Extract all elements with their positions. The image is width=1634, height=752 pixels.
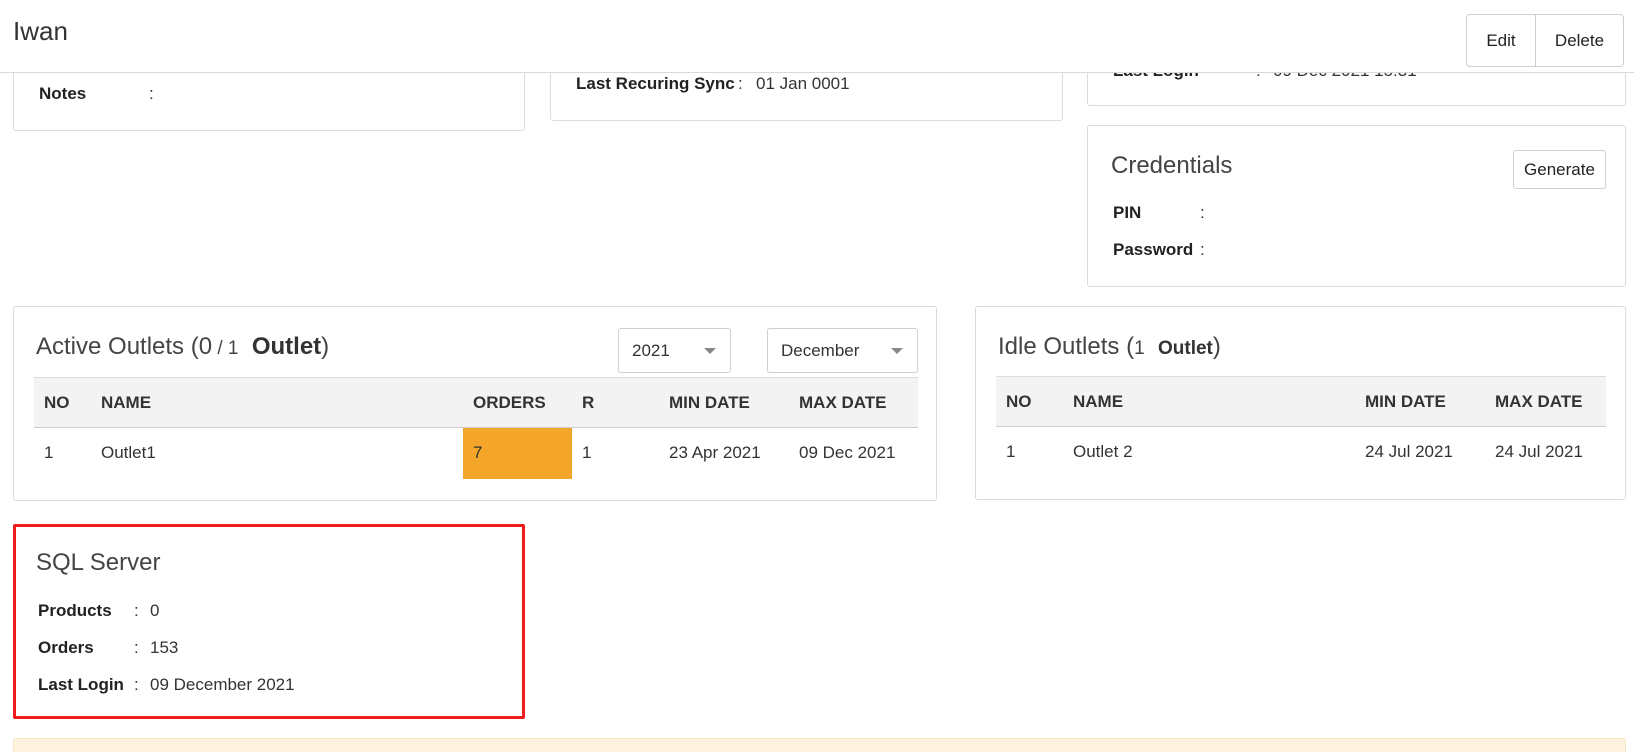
- active-outlets-title-suffix: ): [321, 333, 330, 360]
- orders-colon: :: [134, 638, 139, 657]
- idle-outlets-title: Idle Outlets (1 Outlet): [998, 333, 1221, 361]
- idle-outlets-card: Idle Outlets (1 Outlet) NO NAME MIN DATE…: [975, 306, 1626, 500]
- table-row[interactable]: 1 Outlet1 7 1 23 Apr 2021 09 Dec 2021: [34, 427, 918, 479]
- last-sync-colon: :: [738, 74, 743, 93]
- last-sync-value: 01 Jan 0001: [756, 74, 850, 93]
- idle-outlets-title-prefix: Idle Outlets (: [998, 333, 1135, 360]
- active-outlets-table: NO NAME ORDERS R MIN DATE MAX DATE 1 Out…: [34, 377, 918, 479]
- products-label: Products: [38, 601, 112, 620]
- pin-colon: :: [1200, 203, 1205, 222]
- header-actions: Edit Delete: [1466, 14, 1624, 67]
- column-header-orders: ORDERS: [463, 377, 572, 428]
- credentials-card: Credentials Generate PIN : Password :: [1087, 125, 1626, 287]
- cell-orders: 7: [463, 427, 572, 479]
- credentials-title: Credentials: [1111, 152, 1233, 179]
- column-header-max-date: MAX DATE: [1485, 376, 1606, 427]
- month-select[interactable]: December: [767, 328, 918, 373]
- sql-last-login-label: Last Login: [38, 675, 124, 694]
- cell-name: Outlet 2: [1073, 442, 1133, 462]
- active-outlets-unit: Outlet: [251, 333, 322, 360]
- pin-label: PIN: [1113, 203, 1142, 222]
- cell-max-date: 24 Jul 2021: [1495, 442, 1583, 462]
- column-header-no: NO: [996, 376, 1063, 427]
- month-select-value: December: [781, 341, 860, 360]
- year-select[interactable]: 2021: [618, 328, 731, 373]
- notes-colon: :: [149, 84, 154, 103]
- chevron-down-icon: [704, 348, 716, 354]
- cell-no: 1: [44, 443, 54, 463]
- column-header-r: R: [572, 377, 659, 428]
- delete-button[interactable]: Delete: [1535, 15, 1623, 66]
- notice-banner: [13, 738, 1626, 752]
- active-outlets-card: Active Outlets (0 / 1 Outlet) 2021 Decem…: [13, 306, 937, 501]
- cell-name: Outlet1: [101, 443, 156, 463]
- table-header-row: NO NAME ORDERS R MIN DATE MAX DATE: [34, 377, 918, 428]
- table-header-row: NO NAME MIN DATE MAX DATE: [996, 376, 1606, 427]
- sql-last-login-colon: :: [134, 675, 139, 694]
- cell-min-date: 24 Jul 2021: [1365, 442, 1453, 462]
- notes-label: Notes: [39, 84, 87, 103]
- password-colon: :: [1200, 240, 1205, 259]
- cell-min-date: 23 Apr 2021: [669, 443, 761, 463]
- cell-r: 1: [582, 443, 592, 463]
- orders-value: 153: [150, 638, 179, 657]
- column-header-name: NAME: [1063, 376, 1355, 427]
- edit-button[interactable]: Edit: [1467, 15, 1535, 66]
- idle-outlets-unit: Outlet: [1157, 338, 1213, 359]
- column-header-name: NAME: [91, 377, 463, 428]
- column-header-min-date: MIN DATE: [659, 377, 789, 428]
- chevron-down-icon: [891, 348, 903, 354]
- active-outlets-total-count: 1: [227, 338, 239, 359]
- cell-no: 1: [1006, 442, 1016, 462]
- sql-last-login-value: 09 December 2021: [150, 675, 295, 694]
- page-title: Iwan: [13, 16, 68, 46]
- sql-server-card: SQL Server Products : 0 Orders : 153 Las…: [13, 524, 525, 719]
- page-header: Iwan Edit Delete: [0, 0, 1634, 73]
- orders-label: Orders: [38, 638, 94, 657]
- active-outlets-separator: /: [212, 338, 228, 359]
- idle-outlets-count: 1: [1134, 338, 1145, 359]
- last-sync-label: Last Recuring Sync: [576, 74, 735, 93]
- idle-outlets-title-suffix: ): [1212, 333, 1221, 360]
- table-row[interactable]: 1 Outlet 2 24 Jul 2021 24 Jul 2021: [996, 427, 1606, 478]
- active-outlets-active-count: 0: [198, 333, 213, 360]
- products-colon: :: [134, 601, 139, 620]
- column-header-no: NO: [34, 377, 91, 428]
- column-header-min-date: MIN DATE: [1355, 376, 1485, 427]
- column-header-max-date: MAX DATE: [789, 377, 918, 428]
- generate-button[interactable]: Generate: [1513, 150, 1606, 189]
- idle-outlets-table: NO NAME MIN DATE MAX DATE 1 Outlet 2 24 …: [996, 376, 1606, 478]
- cell-max-date: 09 Dec 2021: [799, 443, 896, 463]
- active-outlets-title: Active Outlets (0 / 1 Outlet): [36, 333, 329, 361]
- year-select-value: 2021: [632, 341, 670, 360]
- sql-server-title: SQL Server: [36, 549, 161, 576]
- products-value: 0: [150, 601, 160, 620]
- active-outlets-title-prefix: Active Outlets (: [36, 333, 199, 360]
- password-label: Password: [1113, 240, 1194, 259]
